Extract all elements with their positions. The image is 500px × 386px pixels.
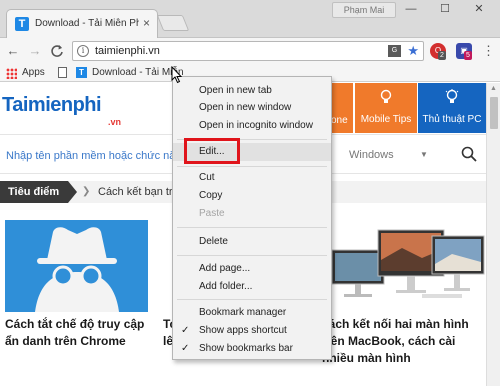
ticker-arrow-icon[interactable]: ❯	[82, 186, 90, 197]
menu-item-delete[interactable]: Delete	[173, 233, 331, 251]
tab-title: Download - Tải Miễn Phí	[35, 18, 139, 29]
article-title-incognito[interactable]: Cách tắt chế độ truy cập ẩn danh trên Ch…	[5, 316, 155, 350]
article-title-line: nhiều màn hình	[322, 351, 411, 365]
extension-opera-icon[interactable]: O2	[430, 43, 446, 60]
menu-item-label: Show apps shortcut	[199, 325, 287, 336]
search-input[interactable]: Nhập tên phần mềm hoặc chức năng	[6, 150, 188, 162]
browser-tab[interactable]: T Download - Tải Miễn Phí ×	[6, 9, 158, 38]
article-thumbnail-monitors[interactable]	[322, 220, 486, 312]
tab-favicon-icon: T	[15, 17, 29, 31]
menu-item-open-incognito[interactable]: Open in incognito window	[173, 117, 331, 135]
focus-headline[interactable]: Cách kết bạn trê	[98, 186, 179, 198]
scroll-thumb[interactable]	[490, 97, 498, 129]
tab-close-icon[interactable]: ×	[143, 16, 150, 30]
menu-separator	[177, 166, 327, 167]
chrome-menu-icon[interactable]: ⋮	[482, 43, 495, 59]
menu-item-copy[interactable]: Copy	[173, 187, 331, 205]
extension-badge: 2	[438, 51, 446, 60]
url-text[interactable]: taimienphi.vn	[95, 45, 160, 57]
menu-item-add-folder[interactable]: Add folder...	[173, 278, 331, 296]
menu-item-paste[interactable]: Paste	[173, 205, 331, 223]
scroll-up-icon[interactable]: ▲	[490, 85, 497, 92]
address-bar[interactable]: i taimienphi.vn G ★	[72, 41, 424, 61]
browser-toolbar: ← → i taimienphi.vn G ★ O2 ▣5 ⋮	[0, 38, 500, 64]
profile-name[interactable]: Phạm Mai	[332, 2, 396, 18]
bookmark-star-icon[interactable]: ★	[407, 43, 419, 59]
edit-highlight-box	[184, 138, 240, 164]
bulb-icon	[380, 89, 392, 103]
minimize-button[interactable]: —	[398, 1, 424, 17]
nav-item-thu-thuat-pc[interactable]: Thủ thuật PC	[418, 83, 486, 133]
extension-cart-icon[interactable]: ▣5	[456, 43, 472, 60]
translate-icon[interactable]: G	[388, 45, 401, 57]
article-title-monitors[interactable]: cách kết nối hai màn hình trên MacBook, …	[322, 316, 486, 367]
new-tab-button[interactable]	[156, 15, 190, 31]
bookmark-context-menu: Open in new tab Open in new window Open …	[172, 76, 332, 360]
bulb-icon	[445, 89, 459, 103]
page-scrollbar[interactable]: ▲	[486, 83, 500, 386]
monitors-image	[331, 229, 485, 298]
search-icon[interactable]	[461, 146, 477, 162]
menu-item-cut[interactable]: Cut	[173, 169, 331, 187]
focus-label: Tiêu điểm	[0, 181, 77, 203]
site-info-icon[interactable]: i	[77, 45, 89, 57]
extension-badge: 5	[464, 51, 472, 60]
maximize-button[interactable]: ☐	[432, 1, 458, 17]
close-button[interactable]: ✕	[466, 1, 492, 17]
apps-grid-icon[interactable]	[6, 68, 17, 79]
mouse-cursor-icon	[171, 66, 183, 84]
menu-separator	[177, 299, 327, 300]
nav-item-partial-label: one	[331, 115, 348, 126]
nav-item-mobile-tips[interactable]: Mobile Tips	[355, 83, 417, 133]
bookmark-item[interactable]: Download - Tải Miễn	[92, 67, 184, 78]
apps-shortcut[interactable]: Apps	[22, 67, 45, 78]
reload-button[interactable]	[48, 42, 66, 60]
article-title-line: cách kết nối hai màn hình	[322, 317, 469, 331]
menu-item-open-new-window[interactable]: Open in new window	[173, 99, 331, 117]
page-icon[interactable]	[58, 67, 67, 78]
forward-button[interactable]: →	[26, 42, 44, 60]
incognito-icon	[35, 227, 119, 312]
site-logo[interactable]: Taimienphi	[2, 94, 102, 117]
article-title-line: ẩn danh trên Chrome	[5, 334, 126, 348]
article-thumbnail-incognito[interactable]	[5, 220, 148, 312]
menu-separator	[177, 227, 327, 228]
menu-item-show-bookmarks-bar[interactable]: ✓ Show bookmarks bar	[173, 340, 331, 358]
menu-item-label: Show bookmarks bar	[199, 343, 293, 354]
menu-item-open-new-tab[interactable]: Open in new tab	[173, 82, 331, 100]
menu-separator	[177, 255, 327, 256]
search-filter-select[interactable]: Windows	[349, 149, 394, 161]
nav-item-partial[interactable]: one	[329, 83, 353, 133]
checkmark-icon: ✓	[181, 343, 190, 354]
chevron-down-icon[interactable]: ▼	[420, 150, 428, 159]
bookmark-favicon-icon: T	[76, 67, 87, 78]
menu-item-show-apps-shortcut[interactable]: ✓ Show apps shortcut	[173, 322, 331, 340]
site-logo-suffix: .vn	[108, 117, 122, 127]
nav-item-label: Mobile Tips	[360, 114, 412, 125]
article-title-line: Cách tắt chế độ truy cập	[5, 317, 145, 331]
back-button[interactable]: ←	[4, 42, 22, 60]
article-title-line: trên MacBook, cách cài	[322, 334, 456, 348]
checkmark-icon: ✓	[181, 325, 190, 336]
title-bar: T Download - Tải Miễn Phí × Phạm Mai — ☐…	[0, 0, 500, 38]
reload-icon	[51, 45, 63, 57]
menu-item-bookmark-manager[interactable]: Bookmark manager	[173, 304, 331, 322]
nav-item-label: Thủ thuật PC	[422, 114, 482, 125]
menu-item-add-page[interactable]: Add page...	[173, 260, 331, 278]
